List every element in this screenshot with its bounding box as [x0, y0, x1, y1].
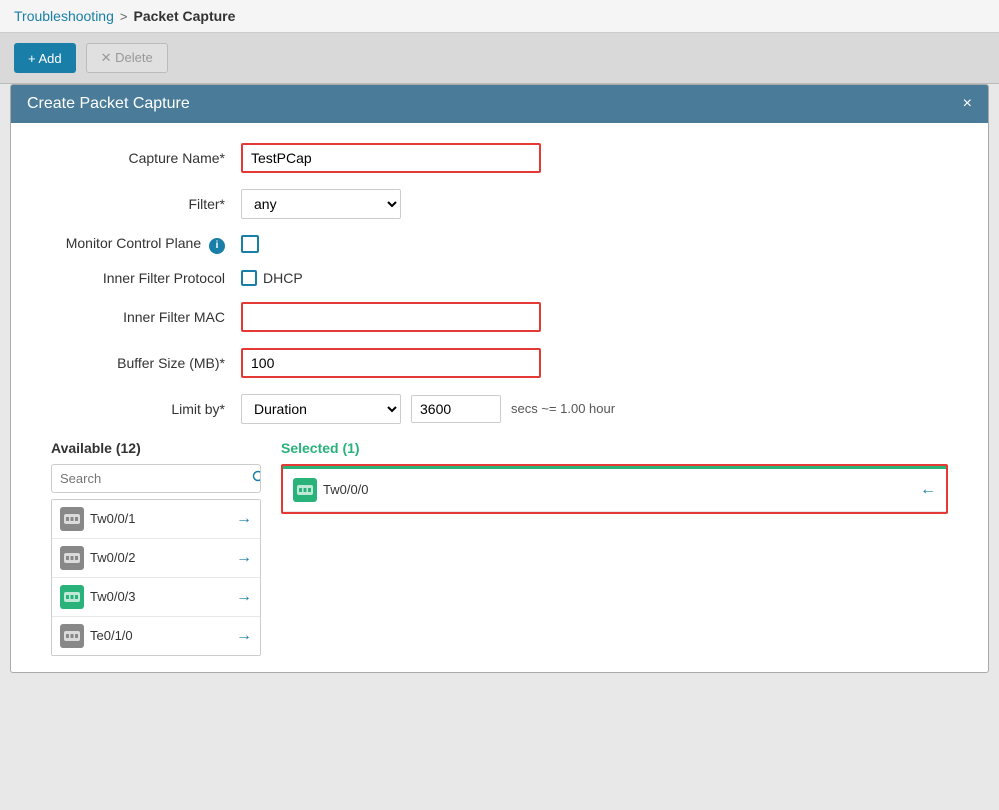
available-panel-title: Available (12) [51, 440, 261, 456]
limit-by-label: Limit by* [41, 401, 241, 417]
port-icon [62, 548, 82, 568]
inner-filter-mac-input[interactable] [241, 302, 541, 332]
list-item[interactable]: Tw0/0/0 ← [283, 469, 946, 512]
arrow-right-icon: → [236, 549, 252, 567]
interface-icon [60, 624, 84, 648]
toolbar: + Add ✕ Delete [0, 33, 999, 84]
interface-icon [293, 478, 317, 502]
port-icon [62, 587, 82, 607]
capture-name-input[interactable] [241, 143, 541, 173]
interface-name: Tw0/0/1 [90, 511, 136, 526]
limit-by-wrap: Duration File Size Packet Count secs ~= … [241, 394, 615, 424]
search-wrap [51, 464, 261, 493]
search-input[interactable] [52, 466, 244, 491]
list-item[interactable]: Tw0/0/2 → [52, 539, 260, 578]
inner-filter-mac-label: Inner Filter MAC [41, 309, 241, 325]
monitor-control-plane-wrap [241, 235, 541, 253]
limit-by-row: Limit by* Duration File Size Packet Coun… [41, 394, 958, 424]
interface-name: Te0/1/0 [90, 628, 133, 643]
port-icon [62, 509, 82, 529]
buffer-size-label: Buffer Size (MB)* [41, 355, 241, 371]
list-item[interactable]: Tw0/0/3 → [52, 578, 260, 617]
arrow-right-icon: → [236, 588, 252, 606]
breadcrumb-current: Packet Capture [133, 8, 235, 24]
interface-name: Tw0/0/3 [90, 589, 136, 604]
interface-icon [60, 546, 84, 570]
breadcrumb-bar: Troubleshooting > Packet Capture [0, 0, 999, 33]
inner-filter-protocol-wrap: DHCP [241, 270, 541, 286]
capture-name-wrap [241, 143, 541, 173]
filter-select[interactable]: any all custom [241, 189, 401, 219]
arrow-left-icon: ← [920, 481, 936, 499]
capture-name-label: Capture Name* [41, 150, 241, 166]
selected-interface-name: Tw0/0/0 [323, 482, 369, 497]
create-packet-capture-modal: Create Packet Capture × Capture Name* Fi… [10, 84, 989, 673]
interface-name: Tw0/0/2 [90, 550, 136, 565]
list-item[interactable]: Tw0/0/1 → [52, 500, 260, 539]
port-icon [62, 626, 82, 646]
interface-icon [60, 585, 84, 609]
modal-title: Create Packet Capture [27, 95, 190, 113]
monitor-control-plane-row: Monitor Control Plane i [41, 235, 958, 254]
buffer-size-input[interactable] [241, 348, 541, 378]
inner-filter-protocol-checkbox[interactable] [241, 270, 257, 286]
selected-interface-list: Tw0/0/0 ← [281, 464, 948, 514]
selected-panel-title: Selected (1) [281, 440, 948, 456]
duration-input[interactable] [411, 395, 501, 423]
breadcrumb-arrow: > [120, 9, 128, 24]
modal-body: Capture Name* Filter* any all custom Mon… [11, 123, 988, 672]
monitor-control-plane-checkbox[interactable] [241, 235, 259, 253]
buffer-size-row: Buffer Size (MB)* [41, 348, 958, 378]
search-icon [252, 470, 261, 484]
modal-header: Create Packet Capture × [11, 85, 988, 123]
interface-picker: Available (12) [41, 440, 958, 656]
breadcrumb-troubleshooting[interactable]: Troubleshooting [14, 8, 114, 24]
arrow-right-icon: → [236, 627, 252, 645]
search-icon-button[interactable] [244, 465, 261, 492]
delete-button[interactable]: ✕ Delete [86, 43, 168, 73]
list-item[interactable]: Te0/1/0 → [52, 617, 260, 655]
interface-icon [60, 507, 84, 531]
arrow-right-icon: → [236, 510, 252, 528]
dhcp-label: DHCP [263, 270, 303, 286]
monitor-control-plane-label: Monitor Control Plane i [41, 235, 241, 254]
add-button[interactable]: + Add [14, 43, 76, 73]
capture-name-row: Capture Name* [41, 143, 958, 173]
inner-filter-mac-row: Inner Filter MAC [41, 302, 958, 332]
filter-row: Filter* any all custom [41, 189, 958, 219]
port-icon [295, 480, 315, 500]
available-panel: Available (12) [51, 440, 261, 656]
monitor-control-plane-info-icon[interactable]: i [209, 238, 225, 254]
duration-hint: secs ~= 1.00 hour [511, 401, 615, 416]
inner-filter-mac-wrap [241, 302, 541, 332]
inner-filter-protocol-label: Inner Filter Protocol [41, 270, 241, 286]
filter-wrap: any all custom [241, 189, 541, 219]
filter-label: Filter* [41, 196, 241, 212]
inner-filter-protocol-row: Inner Filter Protocol DHCP [41, 270, 958, 286]
limit-by-select[interactable]: Duration File Size Packet Count [241, 394, 401, 424]
buffer-size-wrap [241, 348, 541, 378]
modal-close-button[interactable]: × [963, 96, 972, 112]
available-interface-list: Tw0/0/1 → [51, 499, 261, 656]
selected-panel: Selected (1) [281, 440, 948, 656]
